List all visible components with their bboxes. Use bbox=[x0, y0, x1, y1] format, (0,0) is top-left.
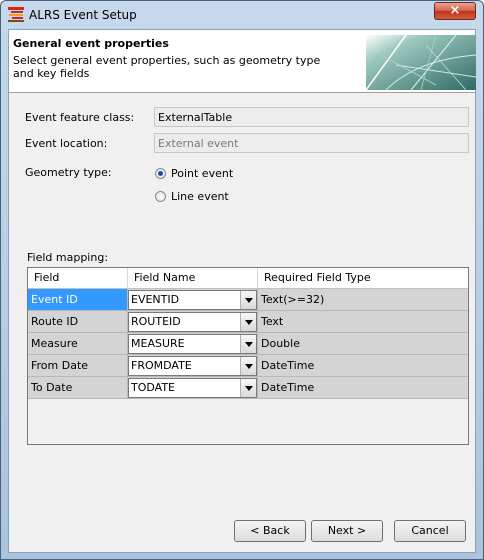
field-name-combobox[interactable]: FROMDATE bbox=[128, 356, 257, 376]
required-type-cell: Text bbox=[258, 311, 468, 333]
point-event-label: Point event bbox=[171, 167, 234, 180]
field-cell[interactable]: Measure bbox=[28, 333, 128, 355]
dialog-content: General event properties Select general … bbox=[8, 29, 477, 553]
field-mapping-grid: Field Field Name Required Field Type Eve… bbox=[27, 267, 469, 445]
close-icon: × bbox=[449, 3, 461, 18]
column-header-field-name[interactable]: Field Name bbox=[128, 268, 258, 288]
field-name-cell[interactable]: EVENTID bbox=[128, 289, 258, 311]
chevron-down-icon[interactable] bbox=[240, 313, 256, 331]
field-name-cell[interactable]: TODATE bbox=[128, 377, 258, 399]
required-type-cell: DateTime bbox=[258, 377, 468, 399]
field-name-cell[interactable]: MEASURE bbox=[128, 333, 258, 355]
table-row[interactable]: To Date TODATE DateTime bbox=[28, 377, 468, 399]
radio-selected-icon bbox=[155, 168, 166, 179]
field-cell[interactable]: From Date bbox=[28, 355, 128, 377]
alrs-app-icon bbox=[8, 7, 24, 22]
required-type-cell: Double bbox=[258, 333, 468, 355]
event-location-field[interactable]: External event bbox=[154, 133, 469, 153]
combo-value: ROUTEID bbox=[131, 315, 181, 328]
feature-class-field[interactable]: ExternalTable bbox=[154, 107, 469, 127]
table-row[interactable]: Event ID EVENTID Text(>=32) bbox=[28, 289, 468, 311]
combo-value: FROMDATE bbox=[131, 359, 192, 372]
geometry-type-label: Geometry type: bbox=[25, 166, 112, 179]
line-event-radio[interactable]: Line event bbox=[155, 190, 229, 203]
close-button[interactable]: × bbox=[434, 2, 476, 20]
map-banner-image bbox=[365, 34, 477, 91]
banner-subtitle: Select general event properties, such as… bbox=[13, 54, 321, 80]
table-row[interactable]: Measure MEASURE Double bbox=[28, 333, 468, 355]
required-type-cell: DateTime bbox=[258, 355, 468, 377]
field-name-combobox[interactable]: MEASURE bbox=[128, 334, 257, 354]
window-title: ALRS Event Setup bbox=[29, 8, 137, 22]
combo-value: MEASURE bbox=[131, 337, 185, 350]
table-row[interactable]: From Date FROMDATE DateTime bbox=[28, 355, 468, 377]
field-name-combobox[interactable]: ROUTEID bbox=[128, 312, 257, 332]
column-header-required-type[interactable]: Required Field Type bbox=[258, 268, 468, 288]
field-name-cell[interactable]: FROMDATE bbox=[128, 355, 258, 377]
field-name-combobox[interactable]: EVENTID bbox=[128, 290, 257, 310]
event-location-label: Event location: bbox=[25, 137, 108, 150]
field-cell[interactable]: To Date bbox=[28, 377, 128, 399]
field-cell[interactable]: Event ID bbox=[28, 289, 128, 311]
chevron-down-icon[interactable] bbox=[240, 335, 256, 353]
chevron-down-icon[interactable] bbox=[240, 291, 256, 309]
grid-header: Field Field Name Required Field Type bbox=[28, 268, 468, 289]
required-type-cell: Text(>=32) bbox=[258, 289, 468, 311]
combo-value: TODATE bbox=[131, 381, 175, 394]
chevron-down-icon[interactable] bbox=[240, 379, 256, 397]
field-name-cell[interactable]: ROUTEID bbox=[128, 311, 258, 333]
field-name-combobox[interactable]: TODATE bbox=[128, 378, 257, 398]
title-bar: ALRS Event Setup × bbox=[1, 1, 483, 29]
field-mapping-label: Field mapping: bbox=[27, 251, 109, 264]
point-event-radio[interactable]: Point event bbox=[155, 167, 233, 180]
table-row[interactable]: Route ID ROUTEID Text bbox=[28, 311, 468, 333]
radio-unselected-icon bbox=[155, 191, 166, 202]
column-header-field[interactable]: Field bbox=[28, 268, 128, 288]
feature-class-label: Event feature class: bbox=[25, 111, 135, 124]
field-cell[interactable]: Route ID bbox=[28, 311, 128, 333]
chevron-down-icon[interactable] bbox=[240, 357, 256, 375]
cancel-button[interactable]: Cancel bbox=[394, 520, 466, 542]
dialog-window: ALRS Event Setup × General event propert… bbox=[0, 0, 484, 560]
header-banner: General event properties Select general … bbox=[9, 30, 477, 93]
back-button[interactable]: < Back bbox=[234, 520, 306, 542]
line-event-label: Line event bbox=[171, 190, 229, 203]
combo-value: EVENTID bbox=[131, 293, 180, 306]
banner-title: General event properties bbox=[13, 37, 169, 50]
next-button[interactable]: Next > bbox=[311, 520, 383, 542]
